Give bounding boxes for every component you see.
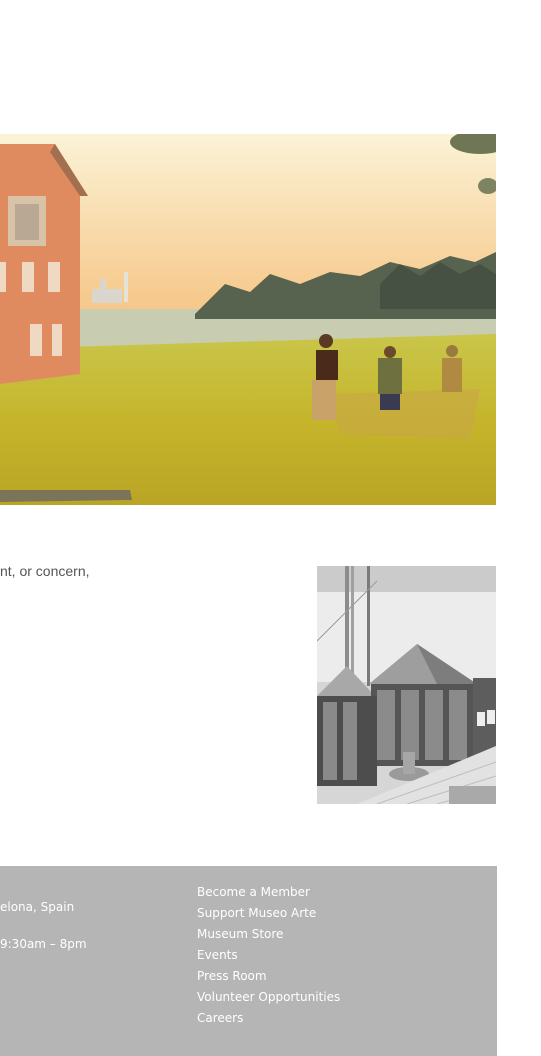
footer-hours: 9:30am – 8pm [0, 937, 87, 951]
footer-link-events[interactable]: Events [197, 947, 340, 968]
footer-link-support[interactable]: Support Museo Arte [197, 905, 340, 926]
watercolor-landscape [0, 134, 496, 505]
footer-link-volunteer[interactable]: Volunteer Opportunities [197, 989, 340, 1010]
hero-painting-image [0, 134, 496, 505]
intro-paragraph: nt, or concern, [0, 563, 90, 579]
footer-link-press-room[interactable]: Press Room [197, 968, 340, 989]
footer-link-museum-store[interactable]: Museum Store [197, 926, 340, 947]
footer-link-careers[interactable]: Careers [197, 1010, 340, 1031]
site-footer: elona, Spain 9:30am – 8pm Become a Membe… [0, 866, 497, 1056]
footer-address: elona, Spain [0, 900, 75, 914]
pavilion-sketch-image [317, 566, 496, 804]
pavilion-sketch [317, 566, 496, 804]
footer-links: Become a Member Support Museo Arte Museu… [197, 884, 340, 1031]
footer-link-become-member[interactable]: Become a Member [197, 884, 340, 905]
